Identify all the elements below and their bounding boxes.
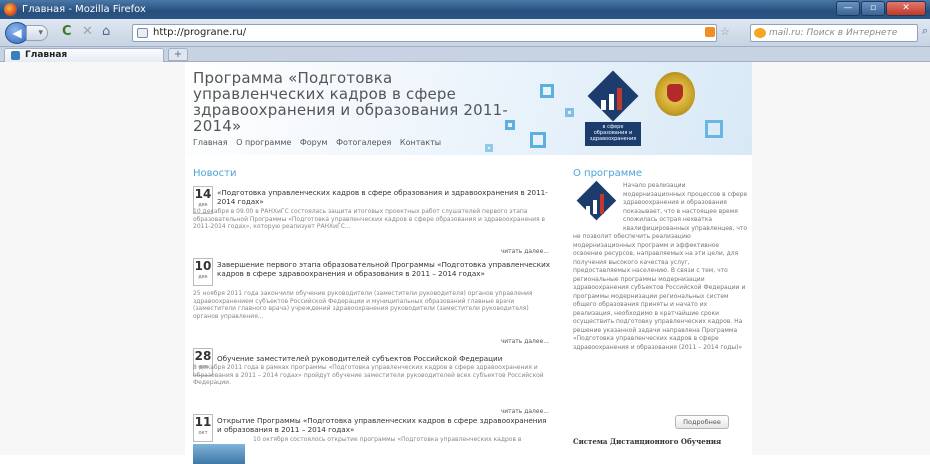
address-bar[interactable]: http://prograne.ru/: [132, 24, 717, 42]
search-input[interactable]: mail.ru: Поиск в Интернете: [750, 24, 918, 42]
news-text: 25 ноября 2011 года закончили обучение р…: [193, 290, 533, 320]
nav-gallery[interactable]: Фотогалерея: [336, 138, 391, 147]
window-controls: — ▫ ✕: [836, 1, 926, 16]
news-thumbnail[interactable]: [193, 444, 245, 464]
search-magnifier-icon[interactable]: ⌕: [922, 24, 928, 38]
distance-learning-link[interactable]: Система Дистанционного Обучения: [573, 437, 721, 446]
date-day: 14: [194, 187, 212, 201]
decor-square: [565, 108, 574, 117]
search-placeholder: mail.ru: Поиск в Интернете: [769, 28, 898, 38]
tab-strip: Главная +: [0, 47, 930, 62]
nav-contacts[interactable]: Контакты: [400, 138, 441, 147]
site-header: Программа «Подготовка управленческих кад…: [185, 62, 752, 155]
decor-square: [485, 144, 493, 152]
stop-icon[interactable]: ✕: [82, 25, 93, 39]
news-text: 10 октября состоялось открытие программы…: [253, 436, 522, 443]
forward-dropdown-icon[interactable]: ▾: [26, 25, 48, 41]
firefox-icon: [4, 3, 17, 16]
site-identity-icon[interactable]: [137, 28, 148, 38]
read-more-link[interactable]: читать далее...: [501, 338, 549, 345]
minimize-button[interactable]: —: [836, 1, 860, 16]
nav-about[interactable]: О программе: [236, 138, 291, 147]
decor-square: [540, 84, 554, 98]
rss-feed-icon[interactable]: [705, 27, 715, 37]
url-text: http://prograne.ru/: [153, 27, 247, 38]
new-tab-button[interactable]: +: [168, 48, 188, 61]
date-day: 10: [194, 259, 212, 273]
decor-square: [705, 120, 723, 138]
search-engine-icon[interactable]: [754, 28, 766, 38]
window-title: Главная - Mozilla Firefox: [22, 4, 146, 15]
page-content: Программа «Подготовка управленческих кад…: [0, 62, 930, 464]
tab-main[interactable]: Главная: [4, 48, 164, 62]
tab-favicon-icon: [11, 51, 20, 60]
emblem-logo: [655, 72, 695, 116]
read-more-link[interactable]: читать далее...: [501, 248, 549, 255]
bookmark-star-icon[interactable]: ☆: [720, 25, 730, 38]
news-title[interactable]: Обучение заместителей руководителей субъ…: [217, 354, 553, 363]
news-text: 8 декабря 2011 года в рамках программы «…: [193, 364, 544, 386]
news-title[interactable]: Открытие Программы «Подготовка управленч…: [217, 416, 553, 434]
window-titlebar: Главная - Mozilla Firefox — ▫ ✕: [0, 0, 930, 19]
right-margin: [752, 62, 930, 455]
read-more-link[interactable]: читать далее...: [501, 408, 549, 415]
nav-forum[interactable]: Форум: [300, 138, 328, 147]
news-title[interactable]: Завершение первого этапа образовательной…: [217, 260, 553, 278]
decor-square: [530, 132, 546, 148]
tab-label: Главная: [25, 50, 68, 60]
about-text: Начало реализации модернизационных проце…: [573, 182, 748, 352]
close-button[interactable]: ✕: [886, 1, 926, 16]
program-logo: в сфере образования и здравоохранения: [585, 70, 641, 146]
maximize-button[interactable]: ▫: [861, 1, 885, 16]
date-month: окт: [198, 430, 208, 436]
date-badge: 10 дек: [193, 258, 213, 286]
more-details-button[interactable]: Подробнее: [675, 415, 729, 429]
left-margin: [0, 62, 185, 455]
news-title[interactable]: «Подготовка управленческих кадров в сфер…: [217, 188, 553, 206]
navigation-toolbar: ◀ ▾ C ✕ ⌂ http://prograne.ru/ ☆ mail.ru:…: [0, 19, 930, 47]
date-day: 28: [194, 349, 212, 363]
logo-caption: в сфере образования и здравоохранения: [585, 122, 641, 146]
date-badge: 11 окт: [193, 414, 213, 442]
program-logo-icon: [587, 70, 639, 122]
date-month: дек: [198, 274, 208, 280]
home-icon[interactable]: ⌂: [102, 25, 110, 39]
eagle-emblem-icon: [667, 84, 683, 102]
nav-home[interactable]: Главная: [193, 138, 228, 147]
date-day: 11: [194, 415, 212, 429]
reload-icon[interactable]: C: [62, 25, 72, 39]
about-heading: О программе: [573, 168, 643, 179]
news-text: 10 декабря в 09.00 в РАНХиГС состоялась …: [193, 208, 546, 230]
site-title: Программа «Подготовка управленческих кад…: [193, 69, 509, 135]
site-nav: Главная О программе Форум Фотогалерея Ко…: [193, 138, 447, 147]
news-heading: Новости: [193, 168, 237, 179]
